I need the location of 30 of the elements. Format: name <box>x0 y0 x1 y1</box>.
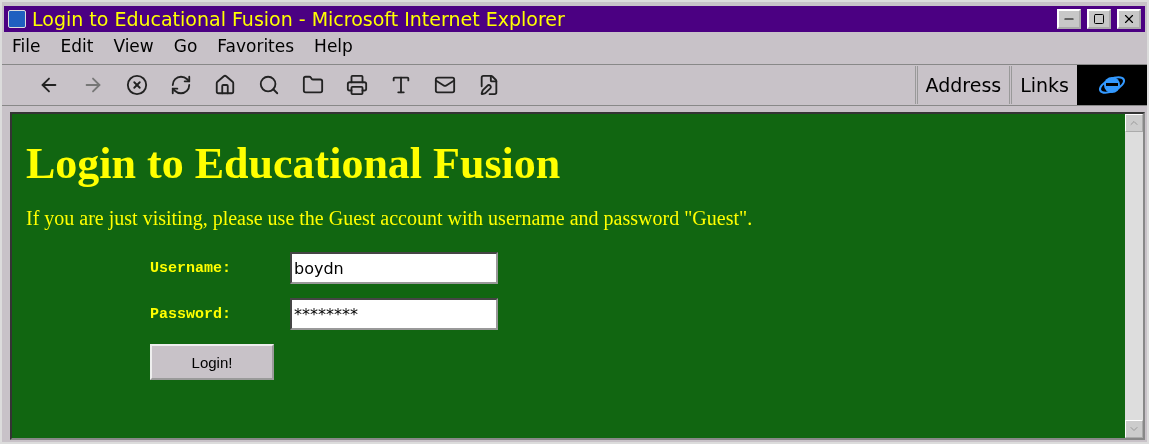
maximize-button[interactable] <box>1087 9 1111 29</box>
menu-item[interactable]: Favorites <box>217 36 295 56</box>
login-button[interactable]: Login! <box>150 344 274 380</box>
close-icon <box>1122 12 1136 26</box>
refresh-icon[interactable] <box>170 74 192 96</box>
intro-text: If you are just visiting, please use the Guest account with username and password "Guest". <box>26 207 754 230</box>
input-field[interactable]: ******** <box>290 298 498 330</box>
font-icon[interactable] <box>390 74 412 96</box>
menu-item[interactable]: Go <box>173 36 198 56</box>
window-title: Login to Educational Fusion - Microsoft Internet Explorer <box>32 8 566 30</box>
address-label[interactable]: Address <box>914 66 1010 104</box>
search-icon[interactable] <box>258 74 280 96</box>
minimize-button[interactable] <box>1057 9 1081 29</box>
edit-icon[interactable] <box>478 74 500 96</box>
field-label: Password: <box>150 305 232 323</box>
menu-item[interactable]: Help <box>314 36 353 56</box>
close-button[interactable] <box>1117 9 1141 29</box>
folder-icon[interactable] <box>302 74 324 96</box>
menu-item[interactable]: File <box>12 36 41 56</box>
stop-icon[interactable] <box>126 74 148 96</box>
field-label: Username: <box>150 259 232 277</box>
maximize-icon <box>1093 13 1105 25</box>
page-heading: Login to Educational Fusion <box>26 138 562 189</box>
mail-icon[interactable] <box>434 74 456 96</box>
printer-icon[interactable] <box>346 74 368 96</box>
home-icon[interactable] <box>214 74 236 96</box>
input-field[interactable]: boydn <box>290 252 498 284</box>
browser-icon <box>8 10 26 28</box>
menu-item[interactable]: Edit <box>60 36 94 56</box>
menu-item[interactable]: View <box>113 36 154 56</box>
